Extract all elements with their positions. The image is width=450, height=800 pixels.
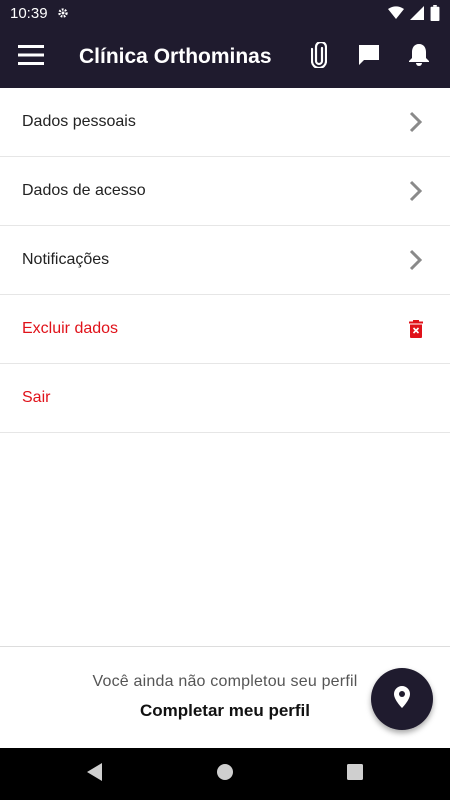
status-bar: 10:39 <box>0 0 450 26</box>
wifi-icon <box>388 6 404 20</box>
app-bar: Clínica Orthominas <box>0 26 450 88</box>
messages-button[interactable] <box>344 26 394 88</box>
signal-icon <box>410 6 424 20</box>
attachments-button[interactable] <box>294 26 344 88</box>
system-navigation-bar <box>0 748 450 800</box>
menu-item-label: Excluir dados <box>22 320 119 337</box>
bell-icon <box>408 43 430 72</box>
menu-item-excluir-dados[interactable]: Excluir dados <box>0 295 450 364</box>
menu-item-sair[interactable]: Sair <box>0 364 450 433</box>
chevron-right-icon <box>404 180 428 202</box>
nav-recents-button[interactable] <box>290 748 420 800</box>
recents-square-icon <box>347 763 363 785</box>
nav-back-button[interactable] <box>30 748 160 800</box>
status-time: 10:39 <box>10 4 48 22</box>
battery-icon <box>430 5 440 21</box>
menu-item-dados-de-acesso[interactable]: Dados de acesso <box>0 157 450 226</box>
chat-icon <box>358 44 380 71</box>
menu-item-label: Dados pessoais <box>22 113 136 130</box>
home-circle-icon <box>216 763 234 786</box>
settings-menu: Dados pessoais Dados de acesso Notificaç… <box>0 88 450 433</box>
settings-gear-icon <box>56 6 70 20</box>
menu-item-label: Sair <box>22 389 51 406</box>
menu-icon <box>18 44 44 70</box>
paperclip-icon <box>310 40 328 73</box>
menu-item-dados-pessoais[interactable]: Dados pessoais <box>0 88 450 157</box>
menu-item-label: Dados de acesso <box>22 182 146 199</box>
location-pin-icon <box>394 685 410 713</box>
menu-button[interactable] <box>0 26 62 88</box>
menu-item-label: Notificações <box>22 251 110 268</box>
menu-item-notificacoes[interactable]: Notificações <box>0 226 450 295</box>
chevron-right-icon <box>404 111 428 133</box>
back-triangle-icon <box>87 762 103 786</box>
nav-home-button[interactable] <box>160 748 290 800</box>
location-fab-button[interactable] <box>371 668 433 730</box>
app-title: Clínica Orthominas <box>79 45 272 68</box>
notifications-button[interactable] <box>394 26 444 88</box>
chevron-right-icon <box>404 249 428 271</box>
trash-icon <box>404 320 428 338</box>
